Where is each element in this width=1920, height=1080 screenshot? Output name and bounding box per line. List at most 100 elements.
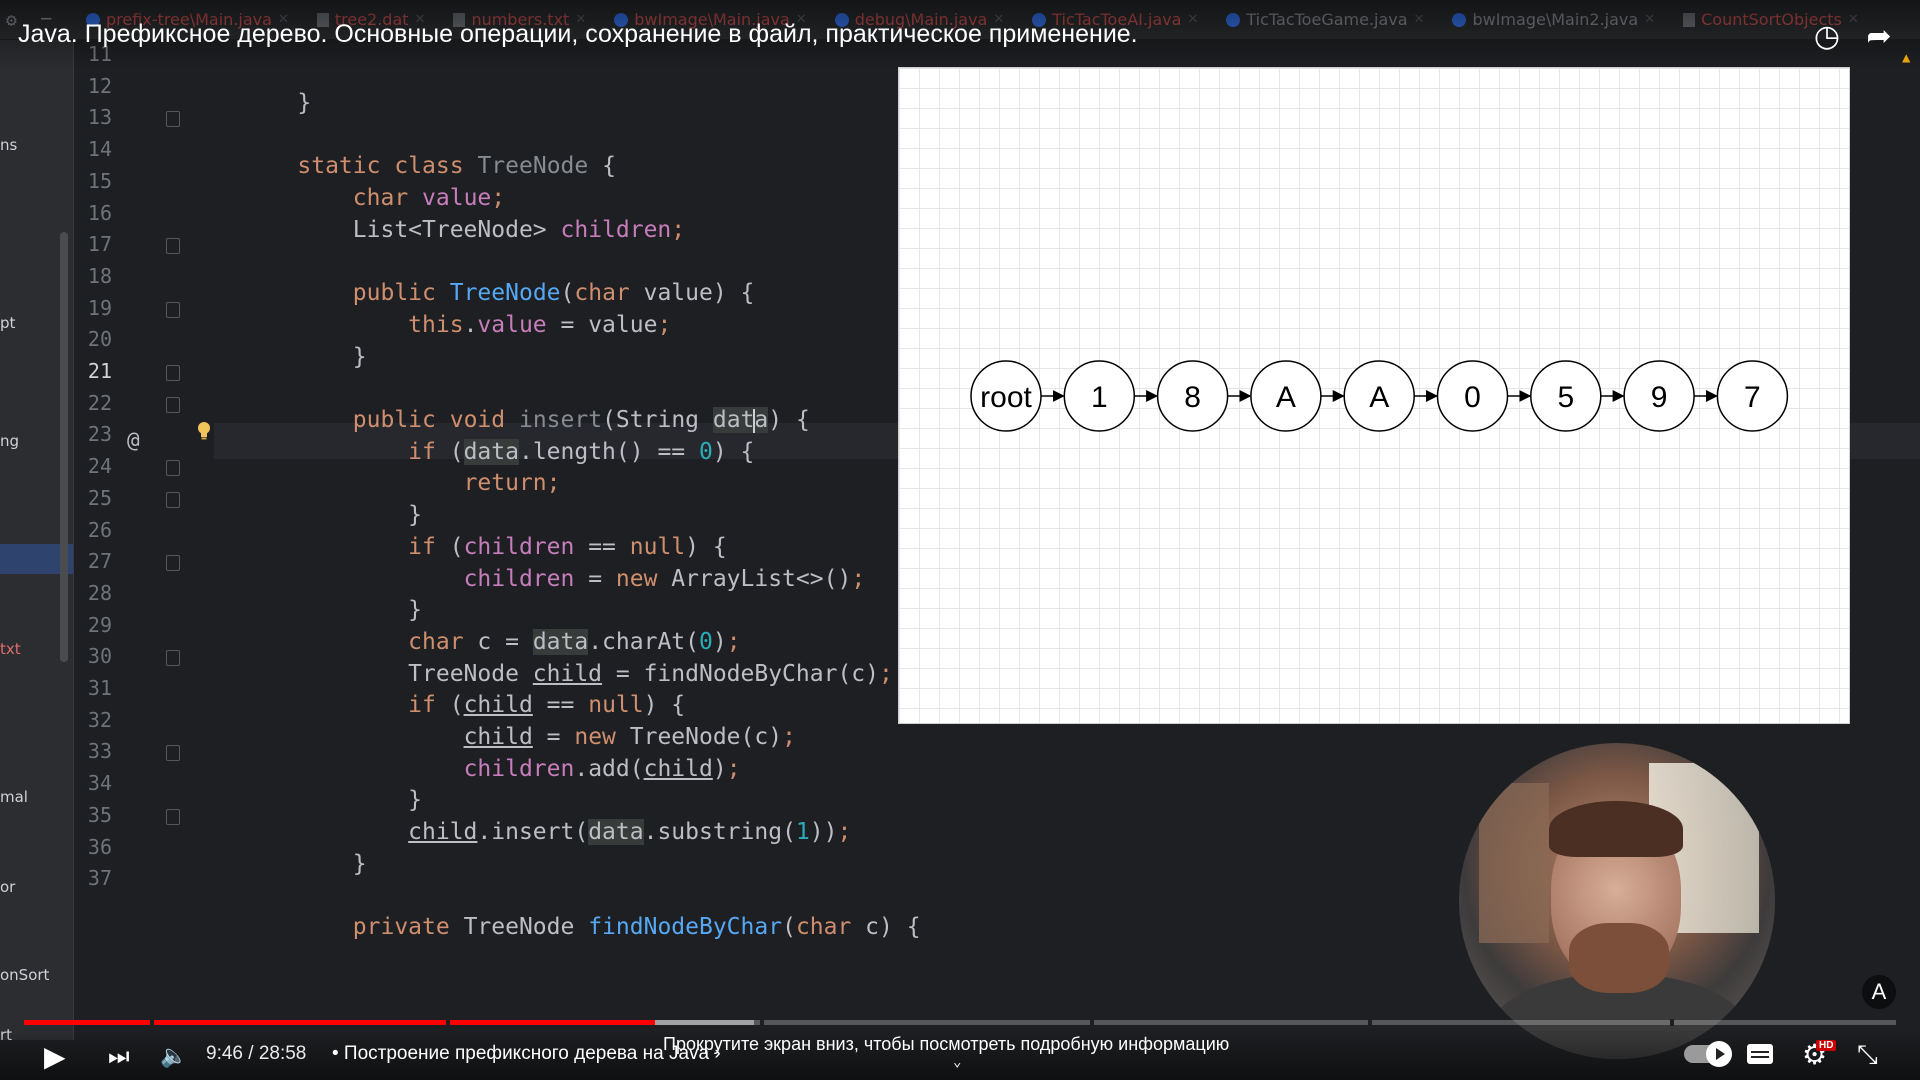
line-number[interactable]: 37	[80, 866, 112, 890]
line-number[interactable]: 18	[80, 264, 112, 288]
scroll-hint: Прокрутите экран вниз, чтобы посмотреть …	[663, 1034, 1230, 1054]
chapter-divider	[1670, 1019, 1674, 1026]
override-at-icon[interactable]: @	[127, 428, 140, 452]
fold-toggle-icon[interactable]	[166, 238, 180, 255]
code-editor[interactable]: } static class TreeNode { char value; Li…	[242, 40, 920, 1040]
code-line[interactable]: List<TreeNode> children;	[242, 215, 685, 245]
chapter-divider	[150, 1019, 154, 1026]
line-number[interactable]: 35	[80, 803, 112, 827]
code-line[interactable]: if (child == null) {	[242, 690, 685, 720]
project-item[interactable]: onSort	[0, 966, 49, 984]
line-number[interactable]: 32	[80, 708, 112, 732]
fold-toggle-icon[interactable]	[166, 808, 180, 825]
line-number[interactable]: 24	[80, 454, 112, 478]
fold-toggle-icon[interactable]	[166, 555, 180, 572]
line-number[interactable]: 27	[80, 549, 112, 573]
code-line[interactable]: }	[242, 500, 422, 530]
code-line[interactable]: }	[242, 595, 422, 625]
project-item[interactable]: ns	[0, 136, 17, 154]
code-line[interactable]: return;	[242, 468, 561, 498]
autoplay-toggle[interactable]	[1684, 1041, 1732, 1067]
line-number[interactable]: 14	[80, 137, 112, 161]
fold-toggle-icon[interactable]	[166, 491, 180, 508]
next-video-icon[interactable]: ⏭	[108, 1042, 130, 1070]
project-panel: ns pt ng txt mal or onSort rt	[0, 40, 74, 1040]
line-number[interactable]: 17	[80, 232, 112, 256]
subtitles-icon[interactable]	[1747, 1044, 1773, 1064]
diagram-node-label: 7	[1744, 381, 1761, 414]
hd-badge: HD	[1816, 1040, 1837, 1051]
diagram-node-label: A	[1369, 381, 1389, 414]
line-number[interactable]: 36	[80, 835, 112, 859]
chapter-divider	[760, 1019, 764, 1026]
line-number[interactable]: 25	[80, 486, 112, 510]
project-item[interactable]: or	[0, 878, 15, 896]
code-line[interactable]: static class TreeNode {	[242, 151, 616, 181]
diagram-node-label: 1	[1091, 381, 1108, 414]
lightbulb-icon[interactable]	[197, 422, 211, 440]
code-line[interactable]: this.value = value;	[242, 310, 671, 340]
code-line[interactable]: if (data.length() == 0) {	[242, 437, 754, 467]
volume-icon[interactable]: 🔈	[160, 1044, 187, 1069]
diagram-canvas: root 1 8 A A 0 5 9 7	[970, 360, 1789, 432]
code-line[interactable]: char c = data.charAt(0);	[242, 627, 741, 657]
code-line[interactable]: public void insert(String data) {	[242, 405, 810, 435]
fold-toggle-icon[interactable]	[166, 111, 180, 128]
video-title[interactable]: Java. Префиксное дерево. Основные операц…	[18, 20, 1138, 49]
code-line[interactable]: }	[242, 88, 311, 118]
chapter-divider	[1090, 1019, 1094, 1026]
line-number[interactable]: 23	[80, 422, 112, 446]
share-arrow-icon[interactable]: ➦	[1862, 20, 1896, 54]
code-line[interactable]: }	[242, 785, 422, 815]
line-number[interactable]: 21	[80, 359, 112, 383]
fold-toggle-icon[interactable]	[166, 396, 180, 413]
fold-toggle-icon[interactable]	[166, 365, 180, 381]
code-line[interactable]: }	[242, 342, 367, 372]
code-line[interactable]: children = new ArrayList<>();	[242, 564, 866, 594]
code-line[interactable]: if (children == null) {	[242, 532, 727, 562]
fold-toggle-icon[interactable]	[166, 650, 180, 667]
project-item[interactable]: mal	[0, 788, 28, 806]
line-number[interactable]: 12	[80, 74, 112, 98]
code-line[interactable]: private TreeNode findNodeByChar(char c) …	[242, 912, 921, 942]
diagram-node-label: root	[980, 381, 1032, 414]
code-line[interactable]: children.add(child);	[242, 754, 741, 784]
line-number[interactable]: 31	[80, 676, 112, 700]
line-number[interactable]: 26	[80, 518, 112, 542]
webcam-presenter-beard	[1569, 923, 1669, 993]
translate-icon[interactable]: A	[1862, 975, 1896, 1009]
chapter-divider	[446, 1019, 450, 1026]
project-item[interactable]: pt	[0, 314, 15, 332]
code-line[interactable]: char value;	[242, 183, 505, 213]
code-line[interactable]: }	[242, 849, 367, 879]
code-line[interactable]: child.insert(data.substring(1));	[242, 817, 851, 847]
line-number[interactable]: 22	[80, 391, 112, 415]
chevron-down-icon[interactable]: ⌄	[953, 1054, 961, 1070]
project-item[interactable]: txt	[0, 640, 21, 658]
line-number[interactable]: 30	[80, 644, 112, 668]
diagram-node-label: 9	[1651, 381, 1668, 414]
project-item[interactable]: ng	[0, 432, 19, 450]
watch-later-clock-icon[interactable]: ◷	[1810, 20, 1844, 54]
line-number[interactable]: 16	[80, 201, 112, 225]
play-icon[interactable]: ▶	[44, 1040, 66, 1073]
fold-toggle-icon[interactable]	[166, 460, 180, 477]
line-number[interactable]: 28	[80, 581, 112, 605]
line-number[interactable]: 19	[80, 296, 112, 320]
fold-toggle-icon[interactable]	[166, 745, 180, 762]
line-number[interactable]: 20	[80, 327, 112, 351]
line-number[interactable]: 29	[80, 613, 112, 637]
code-line[interactable]: child = new TreeNode(c);	[242, 722, 796, 752]
line-number[interactable]: 15	[80, 169, 112, 193]
line-number[interactable]: 13	[80, 105, 112, 129]
line-number[interactable]: 34	[80, 771, 112, 795]
diagram-node-label: A	[1276, 381, 1296, 414]
fold-toggle-icon[interactable]	[166, 301, 180, 318]
code-line[interactable]: public TreeNode(char value) {	[242, 278, 755, 308]
code-line[interactable]: TreeNode child = findNodeByChar(c);	[242, 659, 893, 689]
exit-fullscreen-icon[interactable]: ⤡	[1857, 1040, 1878, 1071]
webcam-overlay	[1459, 743, 1775, 1059]
project-scrollbar[interactable]	[60, 232, 68, 662]
line-number[interactable]: 33	[80, 739, 112, 763]
warning-icon[interactable]: ▲	[1902, 50, 1910, 66]
